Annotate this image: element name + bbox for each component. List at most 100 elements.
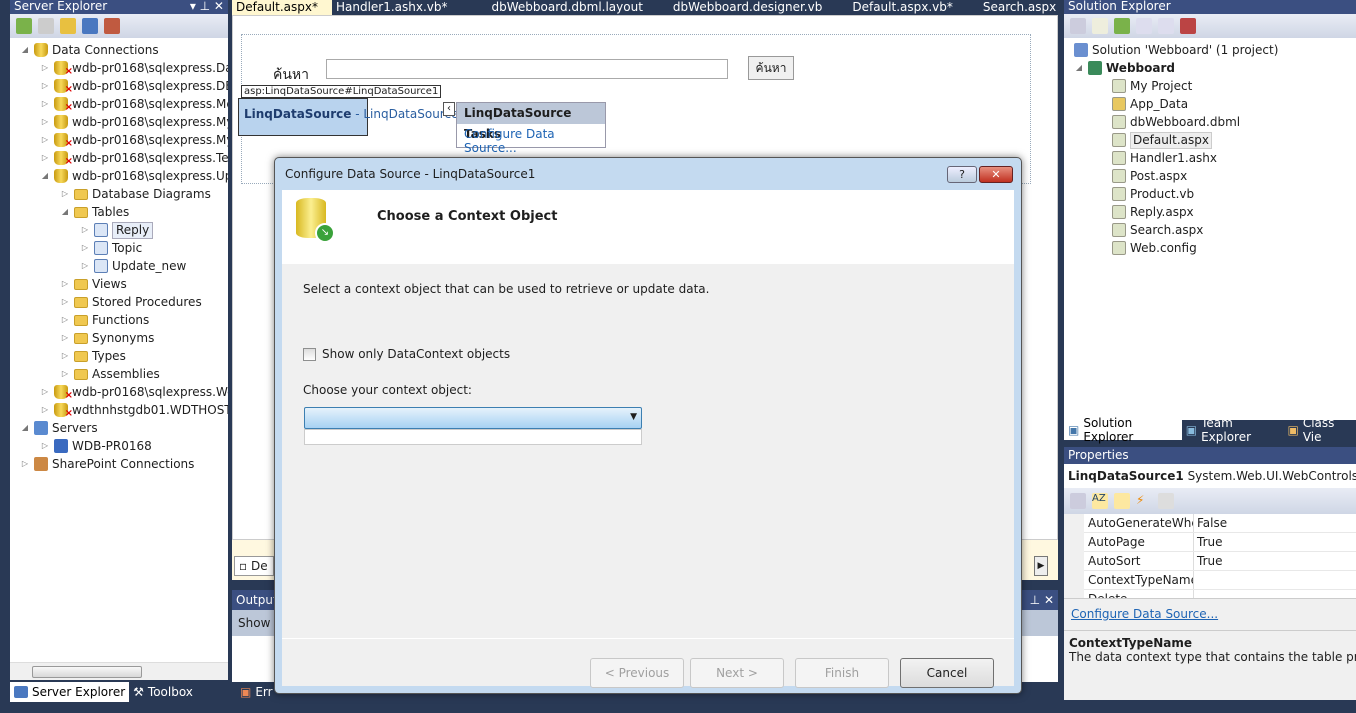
tree-item[interactable]: ▷ wdb-pr0168\sqlexpress.Wel <box>40 383 228 405</box>
configure-data-source-link[interactable]: Configure Data Source... <box>457 124 605 158</box>
tree-item[interactable]: ▷ WDB-PR0168 <box>40 437 152 455</box>
collapsed-arrow-icon[interactable]: ▷ <box>40 149 50 167</box>
collapsed-arrow-icon[interactable]: ▷ <box>40 95 50 113</box>
collapsed-arrow-icon[interactable]: ▷ <box>80 257 90 275</box>
tree-item[interactable]: ▷ Types <box>60 347 126 365</box>
next-button[interactable]: Next > <box>690 658 784 688</box>
pin-close-icons[interactable]: ⊥ ✕ <box>1030 590 1054 610</box>
project-node[interactable]: ◢ Webboard <box>1074 59 1175 77</box>
cancel-button[interactable]: Cancel <box>900 658 994 688</box>
horizontal-scrollbar[interactable] <box>10 662 228 680</box>
tree-item[interactable]: ▷ Synonyms <box>60 329 154 347</box>
property-row[interactable]: Delete <box>1084 590 1356 598</box>
solution-item[interactable]: App_Data <box>1112 95 1188 113</box>
context-object-combo[interactable]: ▼ <box>304 407 642 429</box>
tab-class-view[interactable]: ▣ Class Vie <box>1283 416 1356 444</box>
properties-view-icon[interactable] <box>1114 493 1130 509</box>
tree-item[interactable]: ▷ Functions <box>60 311 149 329</box>
show-datacontext-checkbox[interactable]: Show only DataContext objects <box>303 347 510 361</box>
tree-item[interactable]: ▷ wdb-pr0168\sqlexpress.Myl <box>40 131 228 153</box>
tree-item[interactable]: ▷ wdb-pr0168\sqlexpress.Myl <box>40 113 228 131</box>
context-object-list[interactable] <box>304 429 642 445</box>
help-button[interactable]: ? <box>947 166 977 183</box>
previous-button[interactable]: < Previous <box>590 658 684 688</box>
smart-tag-chevron-icon[interactable]: ‹ <box>443 102 455 116</box>
solution-item[interactable]: Web.config <box>1112 239 1197 257</box>
tab-default-aspx[interactable]: Default.aspx* ✕ <box>232 0 332 28</box>
search-input[interactable] <box>326 59 728 79</box>
alphabetical-icon[interactable]: AZ <box>1092 493 1108 509</box>
refresh-icon[interactable] <box>16 18 32 34</box>
tab-solution-explorer[interactable]: ▣ Solution Explorer <box>1064 416 1182 444</box>
refresh-icon[interactable] <box>1114 18 1130 34</box>
collapsed-arrow-icon[interactable]: ▷ <box>40 401 50 419</box>
solution-item[interactable]: Search.aspx <box>1112 221 1203 239</box>
checkbox-box[interactable] <box>303 347 316 361</box>
tab-default-aspx-vb[interactable]: Default.aspx.vb* <box>836 0 967 15</box>
collapsed-arrow-icon[interactable]: ▷ <box>60 347 70 365</box>
property-value[interactable] <box>1194 590 1197 598</box>
collapsed-arrow-icon[interactable]: ▷ <box>40 113 50 131</box>
tab-designer-vb[interactable]: dbWebboard.designer.vb <box>657 0 836 15</box>
collapsed-arrow-icon[interactable]: ▷ <box>60 365 70 383</box>
show-all-files-icon[interactable] <box>1092 18 1108 34</box>
solution-item[interactable]: Product.vb <box>1112 185 1194 203</box>
solution-node[interactable]: Solution 'Webboard' (1 project) <box>1074 41 1278 59</box>
collapsed-arrow-icon[interactable]: ▷ <box>40 77 50 95</box>
property-pages-icon[interactable] <box>1158 493 1174 509</box>
linqdatasource-control[interactable]: LinqDataSource - LinqDataSource1 <box>238 98 466 136</box>
property-value[interactable]: True <box>1194 552 1223 570</box>
tab-dbml-layout[interactable]: dbWebboard.dbml.layout <box>462 0 657 15</box>
tree-item[interactable]: ◢ Servers <box>20 419 98 437</box>
solution-item[interactable]: Post.aspx <box>1112 167 1187 185</box>
tab-toolbox[interactable]: ⚒ Toolbox <box>129 682 197 702</box>
solution-item[interactable]: My Project <box>1112 77 1192 95</box>
property-row[interactable]: ContextTypeName <box>1084 571 1356 590</box>
tree-item[interactable]: ▷ wdb-pr0168\sqlexpress.Tes <box>40 149 228 171</box>
configure-data-source-command[interactable]: Configure Data Source... <box>1064 598 1356 630</box>
collapsed-arrow-icon[interactable]: ▷ <box>60 185 70 203</box>
events-icon[interactable]: ⚡ <box>1136 493 1152 509</box>
tree-item[interactable]: ▷ wdb-pr0168\sqlexpress.DB_ <box>40 77 228 99</box>
solution-item[interactable]: dbWebboard.dbml <box>1112 113 1240 131</box>
solution-item[interactable]: Default.aspx <box>1112 131 1212 149</box>
solution-item[interactable]: Reply.aspx <box>1112 203 1194 221</box>
collapsed-arrow-icon[interactable]: ▷ <box>60 293 70 311</box>
scroll-right-button[interactable]: ▶ <box>1034 556 1048 576</box>
chevron-down-icon[interactable]: ▼ <box>630 412 637 422</box>
view-designer-icon[interactable] <box>1158 18 1174 34</box>
tree-item[interactable]: ▷ Views <box>60 275 127 293</box>
collapsed-arrow-icon[interactable]: ▷ <box>60 275 70 293</box>
connect-sharepoint-icon[interactable] <box>104 18 120 34</box>
tree-item[interactable]: ▷ wdb-pr0168\sqlexpress.Dat <box>40 59 228 81</box>
connect-server-icon[interactable] <box>82 18 98 34</box>
tree-item[interactable]: ▷ Update_new <box>80 257 186 275</box>
property-value[interactable]: True <box>1194 533 1223 551</box>
tree-item[interactable]: ▷ SharePoint Connections <box>20 455 194 473</box>
tab-design[interactable]: ▫ De <box>234 556 274 576</box>
expanded-arrow-icon[interactable]: ◢ <box>60 203 70 221</box>
collapsed-arrow-icon[interactable]: ▷ <box>80 239 90 257</box>
property-row[interactable]: AutoGenerateWhereFalse <box>1084 514 1356 533</box>
categorized-icon[interactable] <box>1070 493 1086 509</box>
tree-item[interactable]: ▷ wdb-pr0168\sqlexpress.Mer <box>40 95 228 117</box>
collapsed-arrow-icon[interactable]: ▷ <box>40 131 50 149</box>
search-button[interactable]: ค้นหา <box>748 56 794 80</box>
tree-item[interactable]: ◢ wdb-pr0168\sqlexpress.Upc <box>40 167 228 185</box>
tab-server-explorer[interactable]: Server Explorer <box>10 682 130 702</box>
tree-item[interactable]: ▷ wdthnhstgdb01.WDTHOST <box>40 401 228 423</box>
property-row[interactable]: AutoPage True <box>1084 533 1356 552</box>
property-value[interactable] <box>1194 571 1197 589</box>
properties-icon[interactable] <box>1070 18 1086 34</box>
web-config-icon[interactable] <box>1180 18 1196 34</box>
collapsed-arrow-icon[interactable]: ▷ <box>60 311 70 329</box>
tree-item[interactable]: ▷ Database Diagrams <box>60 185 211 203</box>
view-code-icon[interactable] <box>1136 18 1152 34</box>
pin-close-icons[interactable]: ▾ ⊥ ✕ <box>190 0 224 14</box>
connect-database-icon[interactable] <box>60 18 76 34</box>
collapsed-arrow-icon[interactable]: ▷ <box>40 383 50 401</box>
expanded-arrow-icon[interactable]: ◢ <box>20 41 30 59</box>
collapsed-arrow-icon[interactable]: ▷ <box>40 437 50 455</box>
tab-team-explorer[interactable]: ▣ Team Explorer <box>1182 416 1284 444</box>
tab-handler1[interactable]: Handler1.ashx.vb* <box>332 0 462 15</box>
